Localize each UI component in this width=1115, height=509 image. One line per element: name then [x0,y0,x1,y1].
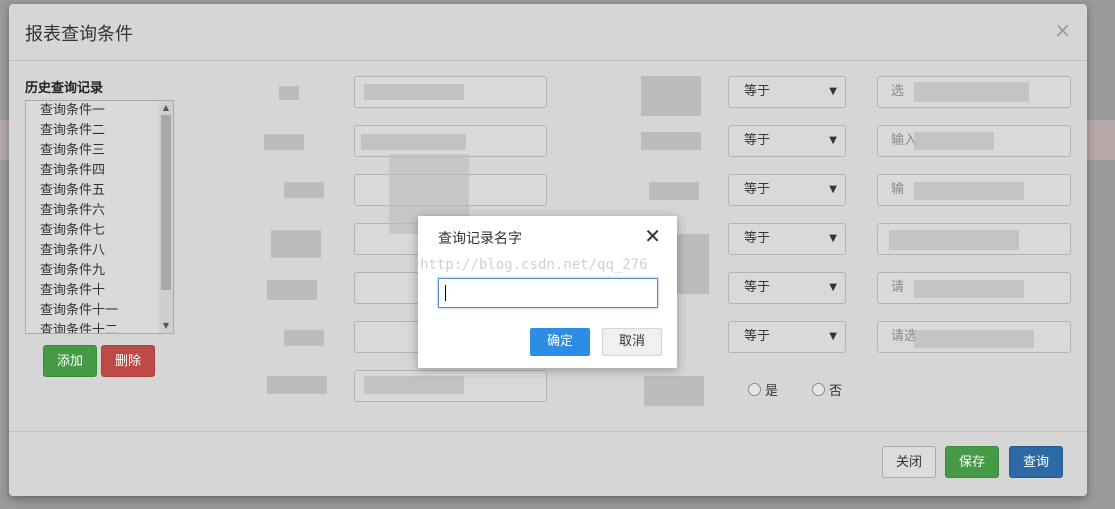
input-value-blurred [889,230,1019,250]
caret-down-icon: ▼ [829,86,837,97]
operator-value: 等于 [744,329,771,344]
modal-title: 报表查询条件 [25,24,133,45]
history-title: 历史查询记录 [25,81,104,96]
input-value-blurred [364,376,464,394]
list-item[interactable]: 查询条件五 [26,181,173,201]
list-item[interactable]: 查询条件十一 [26,301,173,321]
operator-select[interactable]: 等于 ▼ [728,272,846,304]
scroll-down-icon[interactable]: ▼ [159,319,173,333]
radio-circle-icon[interactable] [748,383,761,396]
field-label-blurred [267,280,317,300]
input-value-blurred [914,280,1024,298]
dialog-title: 查询记录名字 [438,231,522,247]
list-item[interactable]: 查询条件九 [26,261,173,281]
field-label-blurred [284,182,324,198]
field-label-blurred [267,376,327,394]
caret-down-icon: ▼ [829,282,837,293]
list-item[interactable]: 查询条件七 [26,221,173,241]
field-label-blurred [264,134,304,150]
list-item[interactable]: 查询条件十二 [26,321,173,333]
confirm-button[interactable]: 确定 [530,328,590,356]
radio-circle-icon[interactable] [812,383,825,396]
field-label-blurred [641,132,701,150]
operator-value: 等于 [744,231,771,246]
scroll-thumb[interactable] [161,115,171,290]
caret-down-icon: ▼ [829,233,837,244]
list-item[interactable]: 查询条件四 [26,161,173,181]
operator-value: 等于 [744,182,771,197]
list-item[interactable]: 查询条件三 [26,141,173,161]
field-label-blurred [279,86,299,100]
radio-no[interactable]: 否 [812,380,842,399]
caret-down-icon: ▼ [829,184,837,195]
history-scrollbar[interactable]: ▲ ▼ [159,101,173,333]
operator-select[interactable]: 等于 ▼ [728,125,846,157]
operator-select[interactable]: 等于 ▼ [728,321,846,353]
modal-close-icon[interactable]: × [1054,18,1071,42]
operator-select[interactable]: 等于 ▼ [728,223,846,255]
list-item[interactable]: 查询条件六 [26,201,173,221]
query-button[interactable]: 查询 [1009,446,1063,478]
input-value-blurred [361,134,466,150]
input-value-blurred [914,182,1024,200]
history-list[interactable]: 查询条件一 查询条件二 查询条件三 查询条件四 查询条件五 查询条件六 查询条件… [25,100,174,334]
modal-header: 报表查询条件 × [9,4,1087,61]
list-item[interactable]: 查询条件十 [26,281,173,301]
input-placeholder: 请 [891,280,905,295]
operator-select[interactable]: 等于 ▼ [728,76,846,108]
list-item[interactable]: 查询条件一 [26,101,173,121]
scroll-up-icon[interactable]: ▲ [159,101,173,115]
delete-history-button[interactable]: 删除 [101,345,155,377]
operator-value: 等于 [744,84,771,99]
field-label-blurred [271,230,321,258]
cancel-button[interactable]: 取消 [602,328,662,356]
query-name-input[interactable] [438,278,658,308]
watermark-text: http://blog.csdn.net/qq_276 [420,257,648,273]
text-caret [445,285,446,301]
close-button[interactable]: 关闭 [882,446,936,478]
radio-yes-label: 是 [765,384,779,399]
input-placeholder: 输 [891,182,905,197]
field-label-blurred [284,330,324,346]
input-value-blurred [914,82,1029,102]
field-label-blurred [649,182,699,200]
input-value-blurred [914,330,1034,348]
list-item[interactable]: 查询条件二 [26,121,173,141]
dialog-close-icon[interactable]: ✕ [644,224,661,248]
add-history-button[interactable]: 添加 [43,345,97,377]
field-label-blurred [641,76,701,116]
caret-down-icon: ▼ [829,135,837,146]
radio-yes[interactable]: 是 [748,380,778,399]
input-value-blurred [914,132,994,150]
caret-down-icon: ▼ [829,331,837,342]
radio-no-label: 否 [829,384,843,399]
save-button[interactable]: 保存 [945,446,999,478]
field-label-blurred [644,376,704,406]
save-query-name-dialog: 查询记录名字 ✕ 确定 取消 [418,216,677,368]
operator-value: 等于 [744,280,771,295]
input-value-blurred [364,84,464,100]
list-item[interactable]: 查询条件八 [26,241,173,261]
input-placeholder: 选 [891,84,905,99]
operator-value: 等于 [744,133,771,148]
operator-select[interactable]: 等于 ▼ [728,174,846,206]
